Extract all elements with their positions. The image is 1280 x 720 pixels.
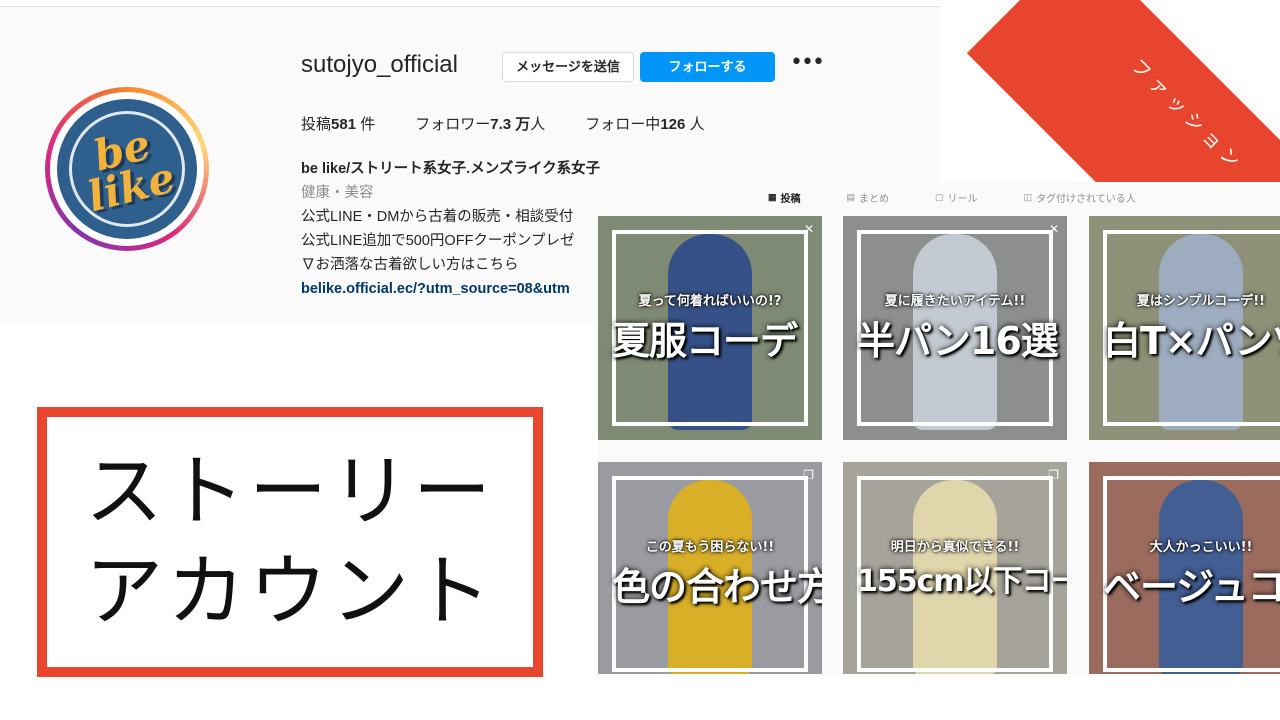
tab-guides[interactable]: ▤ まとめ	[847, 190, 890, 205]
tab-label: まとめ	[859, 194, 890, 205]
brand-logo: be like	[57, 99, 197, 239]
post-title: 半パン16選	[857, 319, 1059, 363]
post-subtitle: この夏もう困らない!!	[645, 540, 775, 555]
profile-tabs: ▦ 投稿 ▤ まとめ ▢ リール ◫ タグ付けされている人	[768, 190, 1136, 205]
guide-icon: ▤	[846, 192, 856, 202]
carousel-icon: ✕	[803, 222, 814, 236]
post-title: ベージュコーデ	[1103, 565, 1280, 609]
post-title: 夏服コーデ	[612, 319, 798, 363]
post-title: 色の合わせ方	[612, 565, 822, 609]
tab-reels[interactable]: ▢ リール	[935, 190, 978, 205]
avatar-border: be like	[50, 92, 204, 246]
story-account-box: ストーリー アカウント	[37, 407, 543, 677]
avatar[interactable]: be like	[45, 87, 209, 251]
post-thumbnail[interactable]: 夏はシンプルコーデ!! 白T×パンツ	[1089, 216, 1280, 440]
followers-unit: 人	[530, 116, 546, 133]
posts-unit: 件	[360, 116, 376, 133]
tab-posts[interactable]: ▦ 投稿	[768, 190, 801, 205]
tab-label: リール	[947, 194, 978, 205]
followers-label: フォロワー	[415, 116, 491, 133]
follow-button[interactable]: フォローする	[640, 52, 775, 82]
following-stat[interactable]: フォロー中126 人	[585, 113, 704, 134]
post-subtitle: 夏って何着ればいいの!?	[638, 294, 782, 309]
profile-bio: be like/ストリート系女子.メンズライク系女子 健康・美容 公式LINE・…	[301, 157, 631, 301]
post-thumbnail[interactable]: ✕ 夏に履きたいアイテム!! 半パン16選	[843, 216, 1067, 440]
post-subtitle: 夏はシンプルコーデ!!	[1136, 294, 1266, 309]
posts-count: 581	[331, 116, 357, 133]
tab-label: タグ付けされている人	[1036, 194, 1136, 205]
bio-name: be like/ストリート系女子.メンズライク系女子	[301, 161, 601, 177]
post-title: 155cm以下コーデ	[857, 564, 1067, 599]
bio-line: ∇お洒落な古着欲しい方はこちら	[301, 257, 519, 273]
followers-stat[interactable]: フォロワー7.3 万人	[415, 113, 545, 134]
tab-label: 投稿	[780, 194, 801, 205]
bio-line: 公式LINE追加で500円OFFクーポンプレゼ	[301, 233, 575, 249]
post-thumbnail[interactable]: ✕ 夏って何着ればいいの!? 夏服コーデ	[598, 216, 822, 440]
message-button[interactable]: メッセージを送信	[502, 52, 634, 82]
posts-panel: ▦ 投稿 ▤ まとめ ▢ リール ◫ タグ付けされている人 ✕ 夏って何着ればい…	[598, 182, 1280, 674]
story-line-1: ストーリー	[84, 447, 495, 537]
post-subtitle: 明日から真似できる!!	[890, 540, 1020, 555]
post-title: 白T×パンツ	[1103, 319, 1280, 363]
bio-category: 健康・美容	[301, 185, 374, 201]
following-unit: 人	[689, 116, 705, 133]
tagged-icon: ◫	[1023, 192, 1033, 202]
tab-tagged[interactable]: ◫ タグ付けされている人	[1024, 190, 1136, 205]
post-subtitle: 大人かっこいい!!	[1149, 540, 1253, 555]
followers-count: 7.3 万	[490, 116, 531, 133]
carousel-icon: ❐	[1048, 468, 1059, 482]
story-line-2: アカウント	[84, 547, 495, 637]
carousel-icon: ❐	[803, 468, 814, 482]
posts-label: 投稿	[301, 116, 332, 133]
username: sutojyo_official	[301, 51, 458, 78]
post-thumbnail[interactable]: ❐ 明日から真似できる!! 155cm以下コーデ	[843, 462, 1067, 674]
logo-text: be like	[82, 119, 180, 222]
more-options-icon[interactable]: •••	[790, 52, 825, 79]
following-label: フォロー中	[585, 116, 661, 133]
post-subtitle: 夏に履きたいアイテム!!	[884, 294, 1026, 309]
post-thumbnail[interactable]: 大人かっこいい!! ベージュコーデ	[1089, 462, 1280, 674]
profile-stats: 投稿581 件 フォロワー7.3 万人 フォロー中126 人	[301, 113, 705, 134]
following-count: 126	[660, 116, 686, 133]
bio-line: 公式LINE・DMから古着の販売・相談受付	[301, 209, 574, 225]
carousel-icon: ✕	[1048, 222, 1059, 236]
posts-stat: 投稿581 件	[301, 113, 375, 134]
reels-icon: ▢	[935, 192, 944, 202]
grid-icon: ▦	[768, 192, 777, 202]
bio-link[interactable]: belike.official.ec/?utm_source=08&utm	[301, 277, 631, 301]
post-thumbnail[interactable]: ❐ この夏もう困らない!! 色の合わせ方	[598, 462, 822, 674]
